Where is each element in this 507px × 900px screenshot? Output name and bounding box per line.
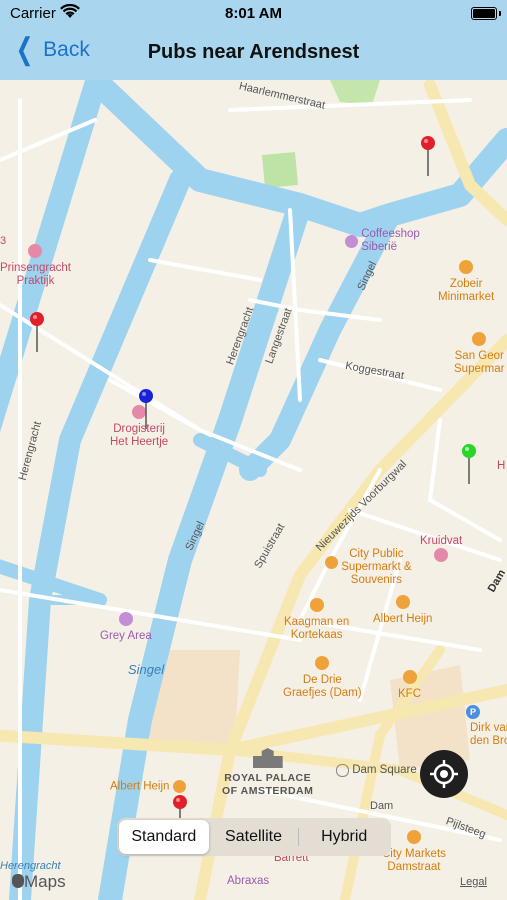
poi-albert-heijn[interactable]: Albert Heijn (373, 595, 432, 626)
poi-h[interactable]: H (497, 460, 505, 473)
poi-abraxas[interactable]: Abraxas (227, 875, 269, 888)
poi-zobeir-minimarket[interactable]: Zobeir Minimarket (438, 260, 494, 304)
status-time: 8:01 AM (225, 5, 282, 22)
poi-dam-square[interactable]: Dam Square (336, 764, 417, 778)
palace-icon (252, 748, 283, 768)
map-pin-red[interactable] (421, 136, 435, 176)
poi-city-markets-damstraat[interactable]: City Markets Damstraat (382, 830, 446, 874)
navigation-bar: ❮ Back Pubs near Arendsnest (0, 28, 507, 81)
poi-coffeeshop-siberie[interactable]: Coffeeshop Siberië (345, 228, 420, 254)
poi-kaagman-en-kortekaas[interactable]: Kaagman en Kortekaas (284, 598, 349, 642)
cart-icon (395, 595, 410, 609)
coffee-icon (345, 234, 358, 248)
street-label: Herengracht (0, 860, 61, 872)
page-title: Pubs near Arendsnest (147, 41, 360, 63)
map-pin-red[interactable] (30, 312, 44, 352)
pharmacy-icon (28, 244, 43, 258)
cart-icon (406, 830, 421, 844)
pharmacy-icon (434, 548, 449, 562)
battery-tip (499, 11, 501, 16)
maps-logo: Maps (12, 872, 66, 892)
coffee-icon (118, 612, 133, 626)
cart-icon (325, 556, 338, 569)
poi-prinsengracht-praktijk[interactable]: Prinsengracht Praktijk (0, 244, 71, 288)
poi-san-george-supermarket[interactable]: San Geor Supermar (454, 332, 505, 376)
locate-me-button[interactable] (420, 750, 468, 798)
parking-icon: P (466, 705, 480, 719)
legal-link[interactable]: Legal (460, 876, 487, 888)
poi-grey-area[interactable]: Grey Area (100, 612, 152, 643)
poi-albert-heijn-2[interactable]: Albert Heijn (110, 780, 186, 794)
status-bar: Carrier 8:01 AM (0, 0, 507, 28)
restaurant-icon (402, 670, 417, 684)
segment-standard[interactable]: Standard (119, 820, 209, 854)
segment-satellite[interactable]: Satellite (209, 820, 299, 854)
location-target-icon (430, 760, 458, 788)
shop-icon (459, 260, 474, 274)
restaurant-icon (315, 656, 330, 670)
poi-de-drie-graefjes[interactable]: De Drie Graefjes (Dam) (283, 656, 362, 700)
street-label: Dam (370, 800, 394, 812)
map-pin-green[interactable] (462, 444, 476, 484)
canal-label: Singel (128, 662, 165, 677)
cart-icon (172, 780, 186, 793)
apple-logo-icon (12, 874, 24, 888)
battery-icon (471, 7, 497, 20)
poi-city-public-supermarkt[interactable]: City Public Supermarkt & Souvenirs (325, 548, 412, 587)
shop-icon (472, 332, 487, 346)
poi-dirk-van-den-broek[interactable]: Dirk van den Broe (470, 722, 507, 748)
map-type-segmented-control: Standard Satellite Hybrid (117, 818, 391, 856)
landmark-icon (336, 764, 349, 777)
poi-royal-palace[interactable]: ROYAL PALACE OF AMSTERDAM (222, 748, 313, 798)
poi-kfc[interactable]: KFC (398, 670, 421, 701)
restaurant-icon (309, 598, 324, 612)
poi-kruidvat[interactable]: Kruidvat (420, 535, 462, 566)
map-pin-blue[interactable] (139, 389, 153, 429)
segment-hybrid[interactable]: Hybrid (299, 820, 389, 854)
